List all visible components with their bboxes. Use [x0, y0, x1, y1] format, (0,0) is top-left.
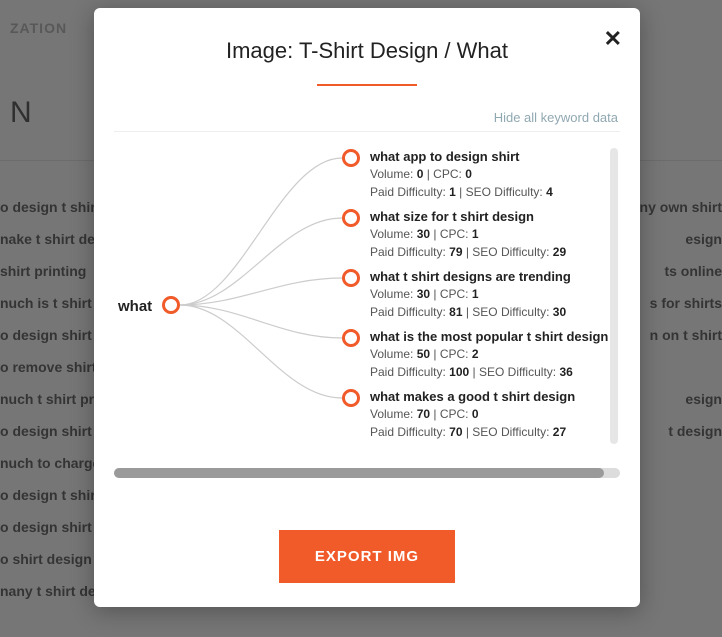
child-meta-line2: Paid Difficulty: 70 | SEO Difficulty: 27	[370, 423, 575, 441]
child-body: what app to design shirtVolume: 0 | CPC:…	[360, 149, 553, 201]
child-node[interactable]: what size for t shirt designVolume: 30 |…	[342, 209, 566, 261]
child-meta-line2: Paid Difficulty: 79 | SEO Difficulty: 29	[370, 243, 566, 261]
child-title: what app to design shirt	[370, 149, 553, 165]
horizontal-scrollbar[interactable]	[114, 468, 620, 478]
child-node[interactable]: what is the most popular t shirt designV…	[342, 329, 608, 381]
branch-lines	[180, 146, 360, 456]
root-label: what	[118, 298, 152, 315]
child-title: what size for t shirt design	[370, 209, 566, 225]
horizontal-scrollbar-thumb[interactable]	[114, 468, 604, 478]
child-node-icon	[342, 269, 360, 287]
child-meta-line2: Paid Difficulty: 100 | SEO Difficulty: 3…	[370, 363, 608, 381]
export-img-button[interactable]: EXPORT IMG	[279, 530, 455, 583]
child-title: what t shirt designs are trending	[370, 269, 571, 285]
child-node[interactable]: what makes a good t shirt designVolume: …	[342, 389, 575, 441]
modal-title: Image: T-Shirt Design / What	[94, 8, 640, 72]
keyword-tree[interactable]: what what app to design shirtVolume: 0 |…	[114, 146, 620, 456]
child-body: what t shirt designs are trendingVolume:…	[360, 269, 571, 321]
child-title: what makes a good t shirt design	[370, 389, 575, 405]
close-icon[interactable]: ✕	[604, 28, 622, 50]
child-body: what is the most popular t shirt designV…	[360, 329, 608, 381]
child-node-icon	[342, 389, 360, 407]
child-title: what is the most popular t shirt design	[370, 329, 608, 345]
child-node[interactable]: what t shirt designs are trendingVolume:…	[342, 269, 571, 321]
child-meta-line2: Paid Difficulty: 1 | SEO Difficulty: 4	[370, 183, 553, 201]
hide-keyword-data-link[interactable]: Hide all keyword data	[94, 86, 640, 131]
child-meta-line1: Volume: 30 | CPC: 1	[370, 225, 566, 243]
root-node-icon	[162, 296, 180, 314]
child-meta-line1: Volume: 30 | CPC: 1	[370, 285, 571, 303]
child-meta-line2: Paid Difficulty: 81 | SEO Difficulty: 30	[370, 303, 571, 321]
child-body: what makes a good t shirt designVolume: …	[360, 389, 575, 441]
child-node[interactable]: what app to design shirtVolume: 0 | CPC:…	[342, 149, 553, 201]
child-meta-line1: Volume: 50 | CPC: 2	[370, 345, 608, 363]
divider	[114, 131, 620, 132]
child-meta-line1: Volume: 0 | CPC: 0	[370, 165, 553, 183]
child-meta-line1: Volume: 70 | CPC: 0	[370, 405, 575, 423]
child-node-icon	[342, 329, 360, 347]
child-node-icon	[342, 209, 360, 227]
child-body: what size for t shirt designVolume: 30 |…	[360, 209, 566, 261]
export-modal: ✕ Image: T-Shirt Design / What Hide all …	[94, 8, 640, 607]
child-node-icon	[342, 149, 360, 167]
vertical-scrollbar[interactable]	[610, 148, 618, 444]
